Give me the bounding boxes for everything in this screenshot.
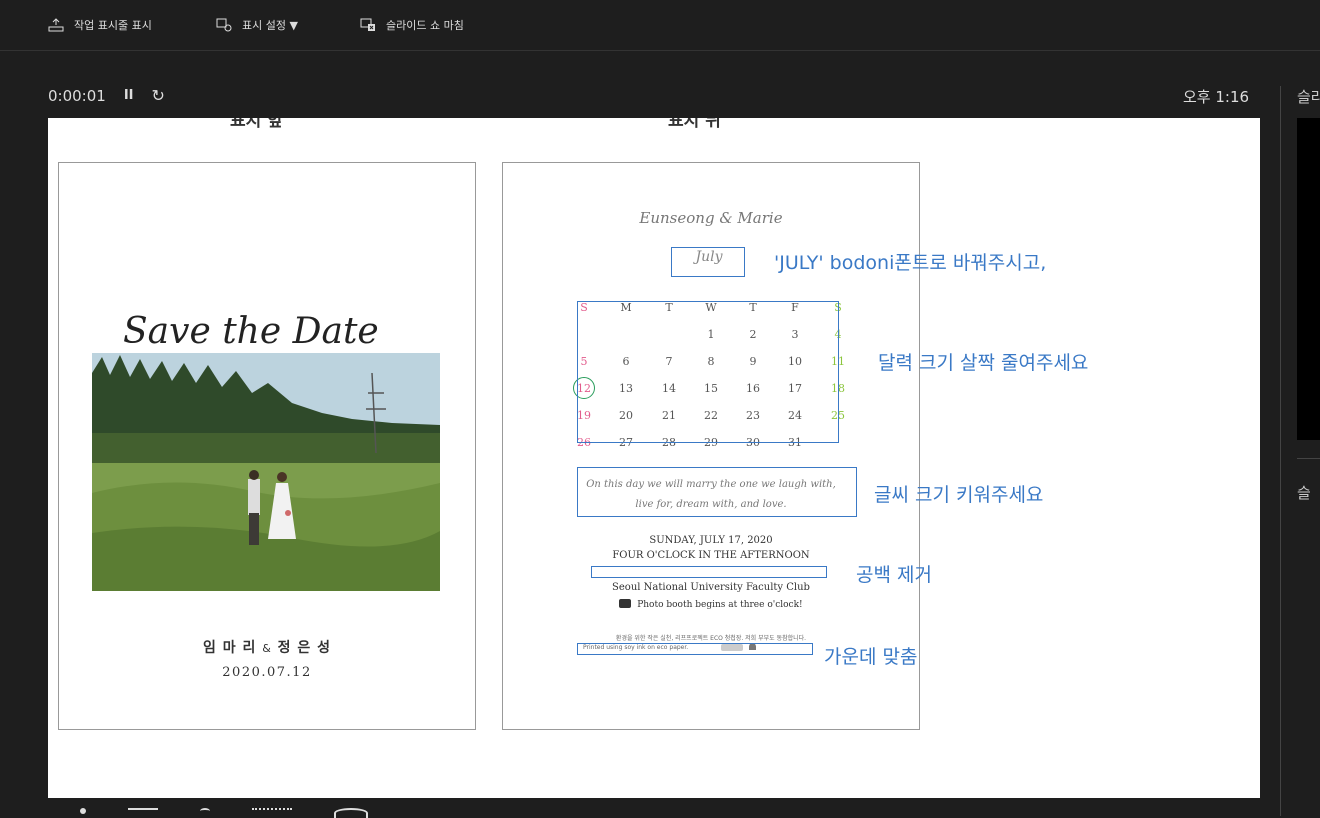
back-cover-title: 표지 뒤 xyxy=(668,118,721,131)
timer-controls: 0:00:01 II ↻ xyxy=(48,86,165,105)
bride-name: 임 마 리 xyxy=(202,640,257,656)
elapsed-timer: 0:00:01 xyxy=(48,86,106,105)
groom-name: 정 은 성 xyxy=(277,640,332,656)
note-text-size: 글씨 크기 키워주세요 xyxy=(874,484,1044,506)
notes-divider xyxy=(1297,458,1320,459)
end-slideshow-icon xyxy=(360,18,375,31)
zoom-icon[interactable] xyxy=(200,808,210,814)
wedding-date: 2020.07.12 xyxy=(222,665,312,680)
end-slideshow-button[interactable]: 슬라이드 쇼 마침 xyxy=(360,17,464,33)
note-calendar-size: 달력 크기 살짝 줄여주세요 xyxy=(878,352,1089,374)
photo-booth-line: Photo booth begins at three o'clock! xyxy=(503,599,919,610)
show-taskbar-label: 작업 표시줄 표시 xyxy=(74,19,152,32)
more-options-icon[interactable] xyxy=(334,808,368,818)
front-cover-card: Save the Date 임 마 리 & 정 은 성 2020.07.12 xyxy=(58,162,476,730)
bottom-tools xyxy=(80,808,368,818)
pen-icon[interactable] xyxy=(80,808,86,814)
taskbar-icon xyxy=(48,18,64,32)
presenter-toolbar: 작업 표시줄 표시 표시 설정 ▼ 슬라이드 쇼 마침 xyxy=(0,0,1320,51)
eco-korean-note: 환경을 위한 작은 실천, 리프프로젝트 ECO 청첩장. 저희 부부도 동참합… xyxy=(615,635,807,642)
end-slideshow-label: 슬라이드 쇼 마침 xyxy=(386,19,464,32)
display-settings-icon xyxy=(216,18,232,32)
couple-names: 임 마 리 & 정 은 성 xyxy=(59,637,475,657)
next-slide-label: 슬라 xyxy=(1297,88,1320,106)
notes-label: 슬 xyxy=(1297,484,1311,502)
panel-divider xyxy=(1280,86,1281,816)
month-highlight-box xyxy=(671,247,745,277)
display-settings-button[interactable]: 표시 설정 ▼ xyxy=(216,17,298,33)
calendar-highlight-box xyxy=(577,301,839,443)
show-taskbar-button[interactable]: 작업 표시줄 표시 xyxy=(48,17,152,33)
front-cover-title: 표지 앞 xyxy=(230,118,283,131)
note-center-align: 가운데 맞춤 xyxy=(824,646,918,668)
subtitles-icon[interactable] xyxy=(252,808,292,814)
display-settings-label: 표시 설정 ▼ xyxy=(242,19,298,32)
reset-icon[interactable]: ↻ xyxy=(152,86,165,105)
next-slide-preview[interactable] xyxy=(1297,118,1320,440)
slides-grid-icon[interactable] xyxy=(128,808,158,813)
couple-script-names: Eunseong & Marie xyxy=(639,209,783,227)
save-the-date-script: Save the Date xyxy=(123,311,379,352)
couple-in-field-image xyxy=(92,353,440,591)
whitespace-highlight-box xyxy=(591,566,827,578)
note-font-change: 'JULY' bodoni폰트로 바꿔주시고, xyxy=(774,252,1047,274)
note-remove-space: 공백 제거 xyxy=(856,564,932,586)
photo-booth-text: Photo booth begins at three o'clock! xyxy=(637,600,803,610)
verse-highlight-box xyxy=(577,467,857,517)
ampersand: & xyxy=(262,642,272,655)
event-date: SUNDAY, JULY 17, 2020 xyxy=(649,535,773,546)
pause-icon[interactable]: II xyxy=(124,88,134,103)
current-slide[interactable]: 표지 앞 표지 뒤 Save the Date 임 마 리 & 정 은 성 20… xyxy=(48,118,1260,798)
camera-icon xyxy=(619,599,632,608)
center-align-highlight-box xyxy=(577,643,813,655)
current-time: 오후 1:16 xyxy=(1183,88,1250,106)
wedding-photo xyxy=(92,353,440,591)
